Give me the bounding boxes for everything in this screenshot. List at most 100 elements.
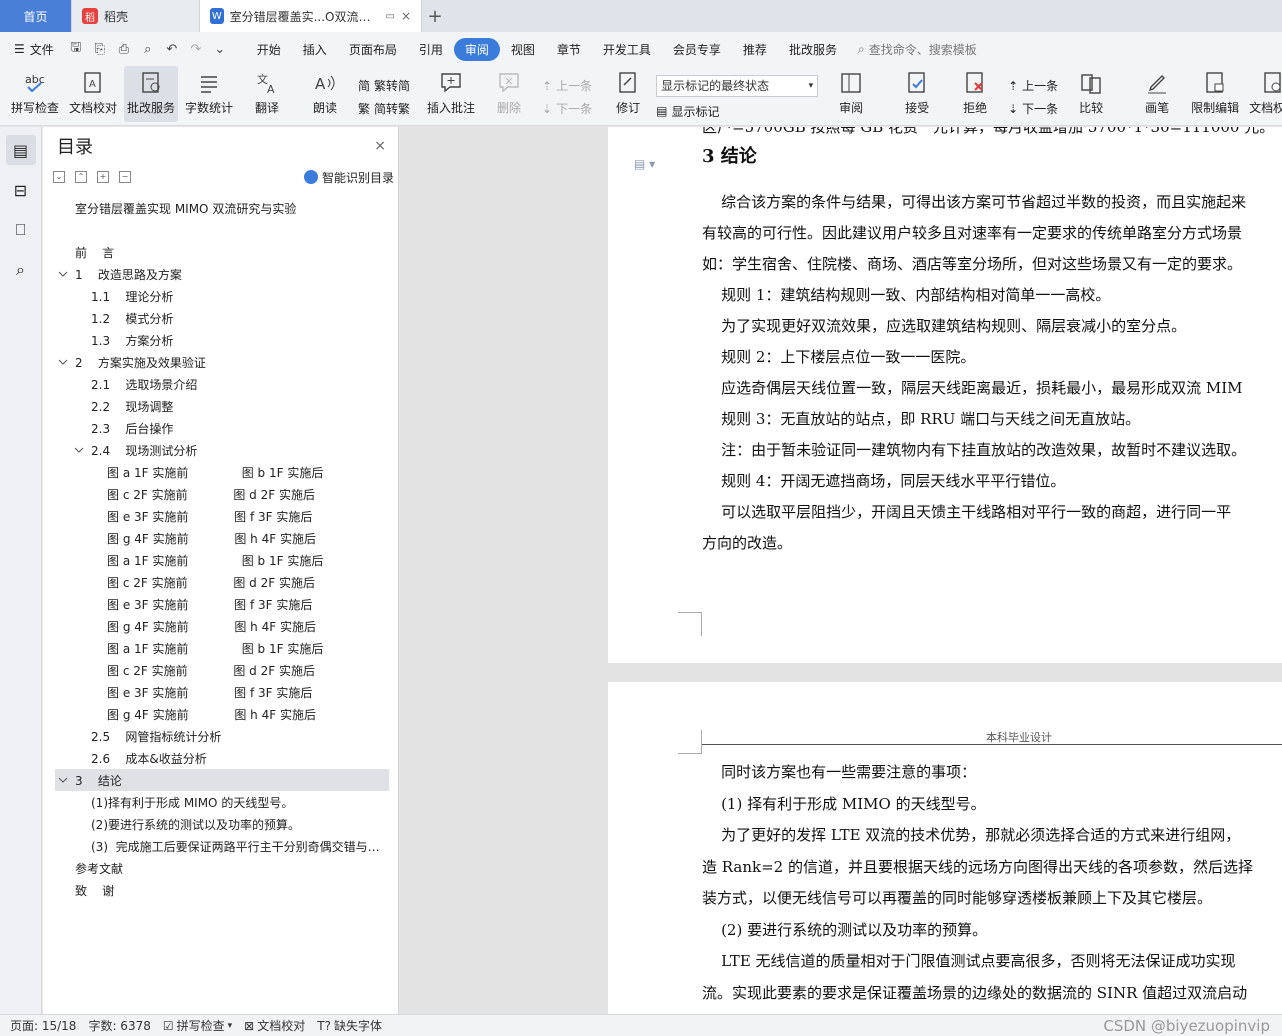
menu-developer[interactable]: 开发工具 [592,38,662,61]
toc-item[interactable]: 2.6 成本&收益分析 [43,747,389,769]
toc-item[interactable]: 1.3 方案分析 [43,329,389,351]
customize-quick-access-icon[interactable]: ⌄ [208,37,232,61]
tab-home[interactable]: 首页 [0,0,72,32]
smart-toc-button[interactable]: 智能识别目录 [303,169,394,186]
toc-item[interactable]: 1 改造思路及方案 [43,263,389,285]
pen-button[interactable]: 画笔 [1130,66,1184,122]
save-icon[interactable]: 🖫 [64,37,88,61]
word-count-indicator[interactable]: 字数: 6378 [88,1017,150,1034]
toc-item[interactable]: 图 a 1F 实施前 图 b 1F 实施后 [43,549,389,571]
prev-change-button[interactable]: ⇡ 上一条 [1008,77,1058,94]
menu-review-service[interactable]: 批改服务 [778,38,848,61]
tab-docer[interactable]: 稻 稻壳 [72,0,200,32]
toc-item[interactable]: 致 谢 [43,879,389,901]
restrict-editing-button[interactable]: 限制编辑 [1188,66,1242,122]
prev-comment-button[interactable]: ⇡ 上一条 [542,77,592,94]
add-heading-icon[interactable]: + [97,171,109,183]
menu-section[interactable]: 章节 [546,38,592,61]
toc-item[interactable]: 图 a 1F 实施前 图 b 1F 实施后 [43,461,389,483]
next-comment-button[interactable]: ⇣ 下一条 [542,100,592,117]
document-proof-status[interactable]: ⊠ 文档校对 [244,1017,305,1034]
toc-item[interactable]: 图 e 3F 实施前 图 f 3F 实施后 [43,505,389,527]
undo-icon[interactable]: ↶ [160,37,184,61]
reject-change-button[interactable]: 拒绝 [948,66,1002,122]
file-menu[interactable]: ☰ 文件 [10,41,64,58]
print-preview-icon[interactable]: ⌕ [136,37,160,61]
document-permission-button[interactable]: 文档权限 [1246,66,1282,122]
section-nav-button[interactable]: ⊟ [6,175,36,205]
toc-item[interactable]: 图 a 1F 实施前 图 b 1F 实施后 [43,637,389,659]
insert-comment-button[interactable]: 插入批注 [424,66,478,122]
spell-check-button[interactable]: abc 拼写检查 [8,66,62,122]
missing-font-status[interactable]: T? 缺失字体 [317,1017,382,1034]
show-markup-button[interactable]: ▤ 显示标记 [656,103,818,120]
toc-item[interactable]: (3) 完成施工后要保证两路平行主干分别奇偶交错与… [43,835,389,857]
chevron-down-icon[interactable] [57,268,69,280]
toc-item[interactable]: 图 c 2F 实施前 图 d 2F 实施后 [43,571,389,593]
command-search[interactable]: ⌕ 查找命令、搜索模板 [858,41,977,58]
menu-review[interactable]: 审阅 [453,37,500,61]
page-indicator[interactable]: 页面: 15/18 [10,1017,76,1034]
menu-page-layout[interactable]: 页面布局 [338,38,408,61]
toc-item[interactable]: 2 方案实施及效果验证 [43,351,389,373]
toc-panel-button[interactable]: ▤ [5,135,36,165]
markup-display-select[interactable]: 显示标记的最终状态 ▾ [656,74,819,97]
menu-member[interactable]: 会员专享 [662,38,732,61]
toc-item[interactable]: 2.5 网管指标统计分析 [43,725,389,747]
toc-item[interactable]: 图 c 2F 实施前 图 d 2F 实施后 [43,659,389,681]
chevron-down-icon[interactable] [73,444,85,456]
spell-check-status[interactable]: ☑ 拼写检查 ▾ [163,1017,232,1034]
toc-item[interactable]: 参考文献 [43,857,389,879]
toc-item[interactable]: (1)择有利于形成 MIMO 的天线型号。 [43,791,389,813]
toc-item[interactable]: (2)要进行系统的测试以及功率的预算。 [43,813,389,835]
translate-button[interactable]: 文A 翻译 [240,66,294,122]
menu-view[interactable]: 视图 [500,38,546,61]
menu-recommend[interactable]: 推荐 [732,38,778,61]
close-icon[interactable]: × [374,138,386,154]
review-service-button[interactable]: 批改服务 [124,66,178,122]
toc-item[interactable]: 室分错层覆盖实现 MIMO 双流研究与实验 [43,197,389,219]
word-count-button[interactable]: 字数统计 [182,66,236,122]
track-changes-button[interactable]: 修订 [606,66,650,122]
comment-marker-icon[interactable]: ▤ ▾ [634,157,655,171]
toc-item[interactable]: 2.3 后台操作 [43,417,389,439]
review-pane-button[interactable]: 审阅 [824,66,878,122]
toc-item[interactable]: 图 e 3F 实施前 图 f 3F 实施后 [43,593,389,615]
read-aloud-button[interactable]: A 朗读 [298,66,352,122]
toc-item[interactable]: 图 g 4F 实施前 图 h 4F 实施后 [43,703,389,725]
toc-item[interactable]: 1.1 理论分析 [43,285,389,307]
simp-to-trad-button[interactable]: 繁简转繁 [358,100,410,117]
chevron-down-icon[interactable] [57,356,69,368]
redo-icon[interactable]: ↷ [184,37,208,61]
trad-to-simp-button[interactable]: 简繁转简 [358,77,410,94]
bookmark-button[interactable]: ⎕ [6,215,36,245]
toc-item[interactable]: 图 e 3F 实施前 图 f 3F 实施后 [43,681,389,703]
expand-all-icon[interactable]: ⌃ [75,171,87,183]
toc-item[interactable]: 2.2 现场调整 [43,395,389,417]
find-button[interactable]: ⌕ [6,255,36,285]
delete-comment-button[interactable]: 删除 [482,66,536,122]
accept-change-button[interactable]: 接受 [890,66,944,122]
toc-item[interactable]: 2.4 现场测试分析 [43,439,389,461]
remove-heading-icon[interactable]: − [119,171,131,183]
chevron-down-icon[interactable] [57,774,69,786]
toc-item[interactable]: 图 c 2F 实施前 图 d 2F 实施后 [43,483,389,505]
toc-item[interactable]: 图 g 4F 实施前 图 h 4F 实施后 [43,527,389,549]
close-tab-icon[interactable]: × [401,9,411,23]
new-tab-button[interactable]: + [422,0,448,32]
menu-references[interactable]: 引用 [408,38,454,61]
toc-item[interactable]: 2.1 选取场景介绍 [43,373,389,395]
menu-insert[interactable]: 插入 [292,38,338,61]
document-proof-button[interactable]: A 文档校对 [66,66,120,122]
print-icon[interactable]: ⎙ [112,37,136,61]
toc-item[interactable]: 前 言 [43,241,389,263]
toc-item[interactable]: 图 g 4F 实施前 图 h 4F 实施后 [43,615,389,637]
toc-item[interactable]: 1.2 模式分析 [43,307,389,329]
toc-item[interactable]: 3 结论 [55,769,389,791]
collapse-all-icon[interactable]: ⌄ [53,171,65,183]
compare-button[interactable]: 比较 [1064,66,1118,122]
next-change-button[interactable]: ⇣ 下一条 [1008,100,1058,117]
export-pdf-icon[interactable]: ⎘ [88,37,112,61]
menu-start[interactable]: 开始 [246,38,292,61]
tab-document[interactable]: W 室分错层覆盖实...O双流实验研究 ▭ × [200,0,422,32]
